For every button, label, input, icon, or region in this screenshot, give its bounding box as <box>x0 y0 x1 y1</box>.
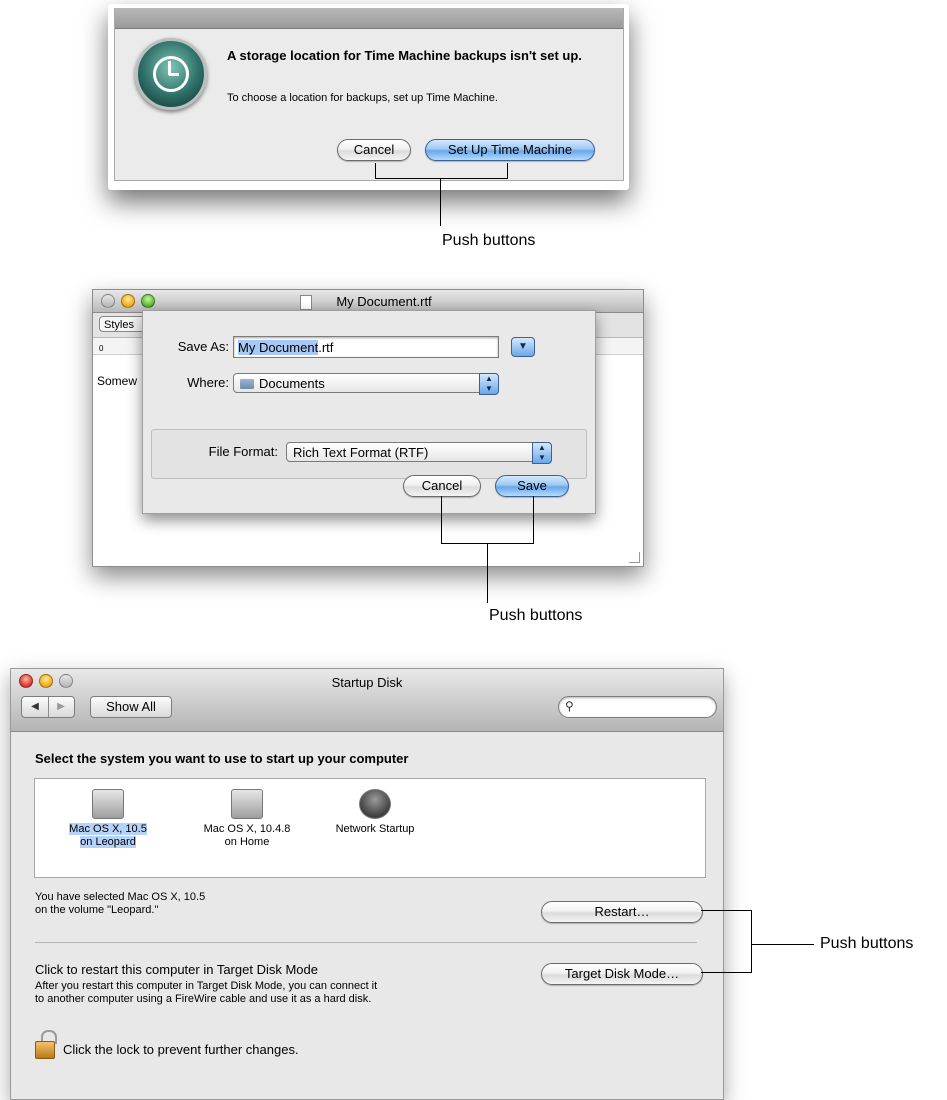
disk-volume: on Home <box>224 836 270 848</box>
ruler-zero: 0 <box>99 344 104 353</box>
restart-button[interactable]: Restart… <box>541 901 703 923</box>
callout-label: Push buttons <box>489 607 583 624</box>
divider <box>35 942 697 943</box>
disk-item-network[interactable]: Network Startup <box>310 789 440 836</box>
startup-disk-list: Mac OS X, 10.5 on Leopard Mac OS X, 10.4… <box>34 778 706 878</box>
clock-hand <box>169 73 179 76</box>
description-line: to another computer using a FireWire cab… <box>35 993 372 1005</box>
window-title: My Document.rtf <box>93 294 643 309</box>
callout-line <box>441 496 442 544</box>
where-popup[interactable]: Documents ▲ ▼ <box>233 373 499 395</box>
startup-disk-window: Startup Disk ◀ ▶ Show All ⚲ Select the s… <box>10 668 724 1100</box>
popup-arrows-icon: ▲ ▼ <box>479 373 499 395</box>
callout-label: Push buttons <box>442 232 536 249</box>
where-label: Where: <box>187 375 229 390</box>
lock-icon[interactable] <box>35 1041 55 1059</box>
disk-name: Mac OS X, 10.4.8 <box>203 823 291 835</box>
file-format-value: Rich Text Format (RTF) <box>293 445 429 460</box>
search-input[interactable]: ⚲ <box>558 696 717 718</box>
set-up-time-machine-button[interactable]: Set Up Time Machine <box>425 139 595 161</box>
disk-item-leopard[interactable]: Mac OS X, 10.5 on Leopard <box>43 789 173 849</box>
callout-line <box>533 496 534 544</box>
back-forward-control: ◀ ▶ <box>21 696 75 718</box>
disk-item-home[interactable]: Mac OS X, 10.4.8 on Home <box>182 789 312 849</box>
cancel-button[interactable]: Cancel <box>337 139 411 161</box>
hard-disk-icon <box>92 789 124 819</box>
window-title: Startup Disk <box>331 675 403 690</box>
save-as-field[interactable]: My Document.rtf <box>233 336 499 358</box>
callout-line <box>751 910 752 973</box>
back-arrow-icon[interactable]: ◀ <box>22 697 49 717</box>
save-sheet: Save As: My Document.rtf ▼ Where: Docume… <box>142 310 596 514</box>
styles-popup[interactable]: Styles <box>99 316 147 332</box>
selection-info-line: You have selected Mac OS X, 10.5 <box>35 891 206 903</box>
target-disk-mode-description: After you restart this computer in Targe… <box>35 980 505 1006</box>
callout-line <box>487 543 488 603</box>
dialog-message: To choose a location for backups, set up… <box>227 92 498 104</box>
time-machine-icon <box>135 38 207 110</box>
callout-line <box>701 910 751 911</box>
callout-line <box>440 178 441 226</box>
folder-icon <box>240 379 254 389</box>
selection-info: You have selected Mac OS X, 10.5 on the … <box>35 891 205 917</box>
network-startup-icon <box>359 789 391 819</box>
window-title-text: My Document.rtf <box>336 294 432 309</box>
cancel-button[interactable]: Cancel <box>403 475 481 497</box>
popup-arrows-icon: ▲ ▼ <box>532 442 552 464</box>
file-format-popup[interactable]: Rich Text Format (RTF) ▲ ▼ <box>286 442 552 464</box>
disk-volume: on Leopard <box>80 836 136 848</box>
show-all-button[interactable]: Show All <box>90 696 172 718</box>
dialog-heading: A storage location for Time Machine back… <box>227 48 582 63</box>
disk-name: Mac OS X, 10.5 <box>69 823 147 835</box>
resize-grip-icon[interactable] <box>629 552 640 563</box>
file-format-label: File Format: <box>208 444 278 459</box>
time-machine-dialog: A storage location for Time Machine back… <box>114 8 624 181</box>
save-as-label: Save As: <box>177 339 229 354</box>
save-button[interactable]: Save <box>495 475 569 497</box>
description-line: After you restart this computer in Targe… <box>35 980 378 992</box>
selection-info-line: on the volume "Leopard." <box>35 904 159 916</box>
callout-line <box>375 178 508 179</box>
document-text[interactable]: Somew <box>97 374 137 388</box>
target-disk-mode-button[interactable]: Target Disk Mode… <box>541 963 703 985</box>
callout-line <box>507 163 508 179</box>
disclosure-triangle-icon[interactable]: ▼ <box>511 337 535 357</box>
dialog-titlebar <box>115 8 623 29</box>
hard-disk-icon <box>231 789 263 819</box>
lock-text: Click the lock to prevent further change… <box>63 1042 299 1057</box>
target-disk-mode-heading: Click to restart this computer in Target… <box>35 962 318 977</box>
callout-label: Push buttons <box>820 935 914 952</box>
disk-name: Network Startup <box>335 823 415 835</box>
window-titlebar: Startup Disk ◀ ▶ Show All ⚲ <box>11 669 723 732</box>
callout-line <box>701 972 751 973</box>
callout-line <box>751 944 814 945</box>
search-icon: ⚲ <box>565 699 574 713</box>
filename-selection: My Document <box>238 340 319 355</box>
format-options-box: File Format: Rich Text Format (RTF) ▲ ▼ <box>151 429 587 479</box>
filename-extension: .rtf <box>318 340 334 355</box>
forward-arrow-icon[interactable]: ▶ <box>48 697 74 717</box>
section-heading: Select the system you want to use to sta… <box>35 751 409 766</box>
callout-line <box>375 163 376 179</box>
where-value: Documents <box>259 376 325 391</box>
